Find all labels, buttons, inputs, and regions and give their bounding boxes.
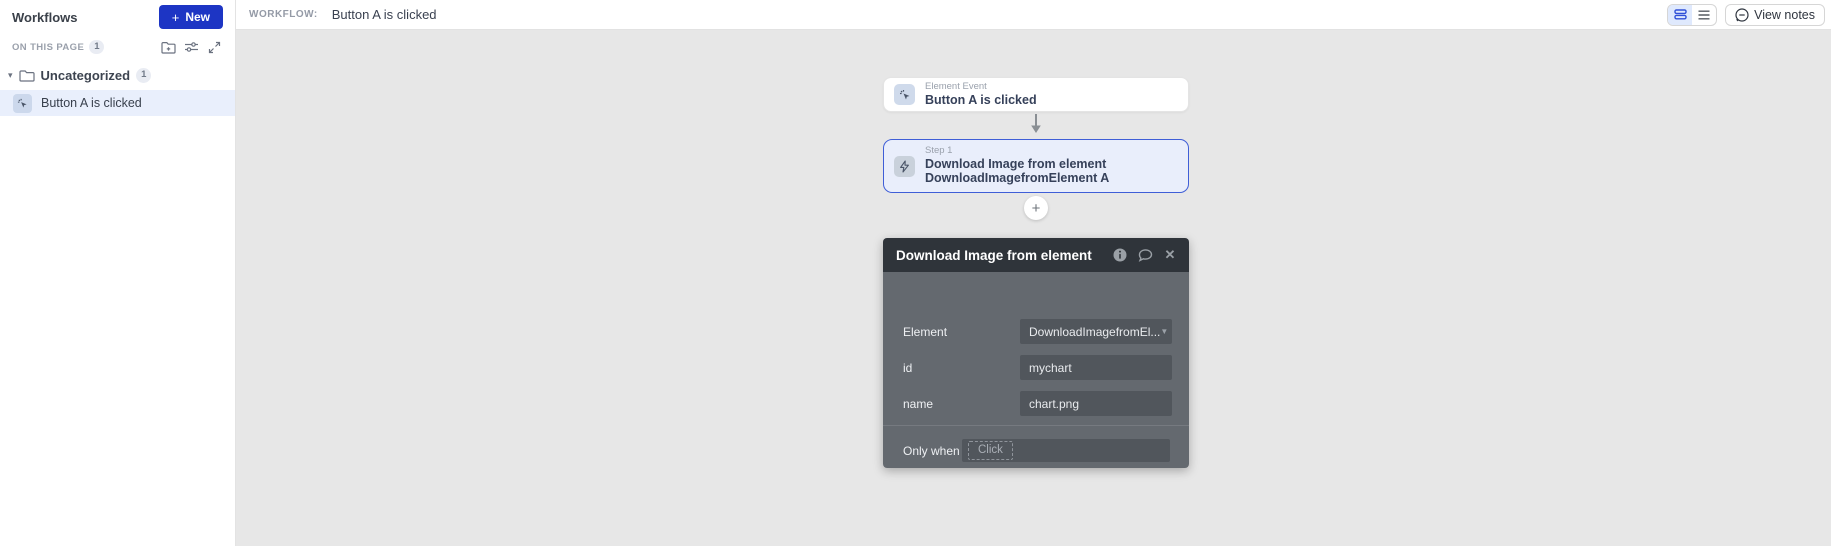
- id-field-label: id: [903, 361, 912, 375]
- action-properties-dialog: Download Image from element ✕ Element: [883, 238, 1189, 468]
- workflow-topbar: WORKFLOW: Button A is clicked View notes: [236, 0, 1831, 30]
- dialog-body: Element DownloadImagefromEl... ▼ id name…: [883, 272, 1189, 468]
- event-node-button-a-is-clicked[interactable]: Element Event Button A is clicked: [883, 77, 1189, 112]
- id-input[interactable]: [1020, 355, 1172, 380]
- add-step-button[interactable]: +: [1024, 196, 1048, 220]
- card-view-toggle[interactable]: [1668, 5, 1692, 25]
- view-notes-label: View notes: [1754, 8, 1815, 22]
- dialog-separator: [883, 425, 1189, 426]
- view-notes-button[interactable]: View notes: [1725, 4, 1825, 26]
- element-dropdown-value: DownloadImagefromEl...: [1029, 325, 1160, 339]
- event-type-label: Element Event: [925, 82, 1037, 93]
- folder-name: Uncategorized: [41, 68, 131, 83]
- workflows-sidebar: Workflows + New ON THIS PAGE 1: [0, 0, 236, 546]
- step-node-download-image[interactable]: Step 1 Download Image from element Downl…: [883, 139, 1189, 193]
- view-mode-segmented-control: [1667, 4, 1717, 26]
- step-title-line1: Download Image from element: [925, 157, 1109, 171]
- comment-icon[interactable]: [1137, 247, 1153, 263]
- caret-down-icon[interactable]: ▾: [8, 71, 13, 80]
- expand-icon[interactable]: [205, 39, 223, 55]
- element-event-icon: [13, 94, 32, 113]
- folder-icon: [19, 70, 35, 82]
- workflow-label: WORKFLOW:: [249, 9, 318, 20]
- dialog-header[interactable]: Download Image from element ✕: [883, 238, 1189, 272]
- only-when-label: Only when: [903, 444, 960, 458]
- on-this-page-section: ON THIS PAGE 1: [0, 33, 235, 61]
- element-dropdown[interactable]: DownloadImagefromEl... ▼: [1020, 319, 1172, 344]
- name-field-label: name: [903, 397, 933, 411]
- action-lightning-icon: [894, 156, 915, 177]
- info-icon[interactable]: [1112, 247, 1128, 263]
- sidebar-item-button-a-is-clicked[interactable]: Button A is clicked: [0, 90, 235, 116]
- sidebar-header: Workflows + New: [0, 0, 235, 33]
- sidebar-title: Workflows: [12, 10, 78, 25]
- new-button-label: New: [185, 10, 210, 24]
- workflow-name: Button A is clicked: [332, 7, 437, 22]
- name-field-row: name: [903, 391, 1172, 416]
- element-event-icon: [894, 84, 915, 105]
- only-when-field[interactable]: Click: [962, 439, 1170, 462]
- plus-icon: +: [172, 11, 180, 24]
- id-field-row: id: [903, 355, 1172, 380]
- sidebar-item-label: Button A is clicked: [41, 96, 142, 110]
- folder-uncategorized[interactable]: ▾ Uncategorized 1: [0, 61, 235, 90]
- list-view-icon: [1698, 10, 1710, 20]
- folder-count-badge: 1: [136, 68, 151, 82]
- element-field-label: Element: [903, 325, 947, 339]
- dialog-title: Download Image from element: [896, 248, 1103, 263]
- only-when-click-placeholder[interactable]: Click: [968, 441, 1013, 461]
- step-label: Step 1: [925, 146, 1109, 157]
- only-when-row: Only when Click: [903, 439, 1170, 462]
- view-notes-icon: [1735, 8, 1749, 22]
- card-view-icon: [1674, 9, 1687, 20]
- on-this-page-count-badge: 1: [89, 40, 104, 54]
- new-workflow-button[interactable]: + New: [159, 5, 223, 29]
- dropdown-caret-icon: ▼: [1160, 327, 1168, 336]
- element-field-row: Element DownloadImagefromEl... ▼: [903, 319, 1172, 344]
- name-input[interactable]: [1020, 391, 1172, 416]
- add-step-plus-icon: +: [1032, 201, 1041, 216]
- list-view-toggle[interactable]: [1692, 5, 1716, 25]
- filter-sliders-icon[interactable]: [182, 39, 200, 55]
- close-icon[interactable]: ✕: [1162, 247, 1178, 263]
- new-folder-icon[interactable]: [159, 39, 177, 55]
- step-title-line2: DownloadImagefromElement A: [925, 171, 1109, 185]
- event-title: Button A is clicked: [925, 93, 1037, 107]
- on-this-page-label: ON THIS PAGE: [12, 42, 84, 53]
- flow-arrow-icon: [1029, 114, 1043, 134]
- workflow-canvas[interactable]: Element Event Button A is clicked Step 1…: [236, 30, 1831, 546]
